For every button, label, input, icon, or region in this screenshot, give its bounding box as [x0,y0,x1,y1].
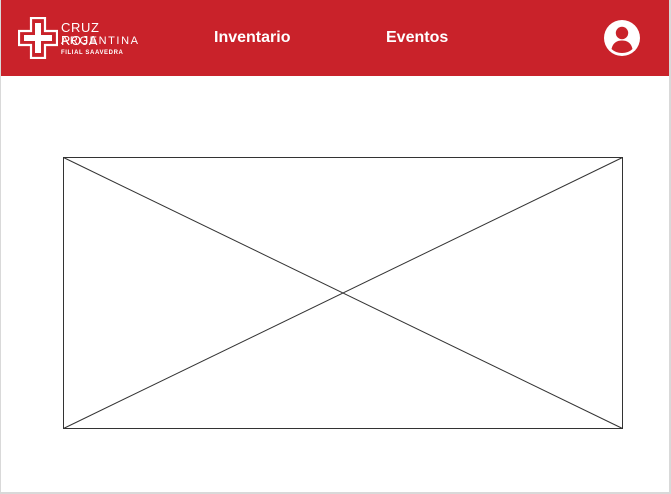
brand-name-line2: ARGENTINA [61,35,140,47]
red-cross-icon [18,17,58,59]
top-navbar: CRUZ ROJA ARGENTINA FILIAL SAAVEDRA Inve… [0,0,671,76]
placeholder-cross-icon [63,157,623,429]
brand-logo[interactable]: CRUZ ROJA ARGENTINA FILIAL SAAVEDRA [18,17,140,61]
account-circle-icon [604,20,640,56]
brand-wordmark: CRUZ ROJA ARGENTINA FILIAL SAAVEDRA [61,21,140,56]
user-account-button[interactable] [604,20,640,56]
image-placeholder [63,157,623,429]
nav-link-inventario[interactable]: Inventario [214,29,290,47]
brand-branch: FILIAL SAAVEDRA [61,50,124,56]
nav-link-eventos[interactable]: Eventos [386,29,448,47]
brand-name-line1: CRUZ ROJA [61,20,100,48]
